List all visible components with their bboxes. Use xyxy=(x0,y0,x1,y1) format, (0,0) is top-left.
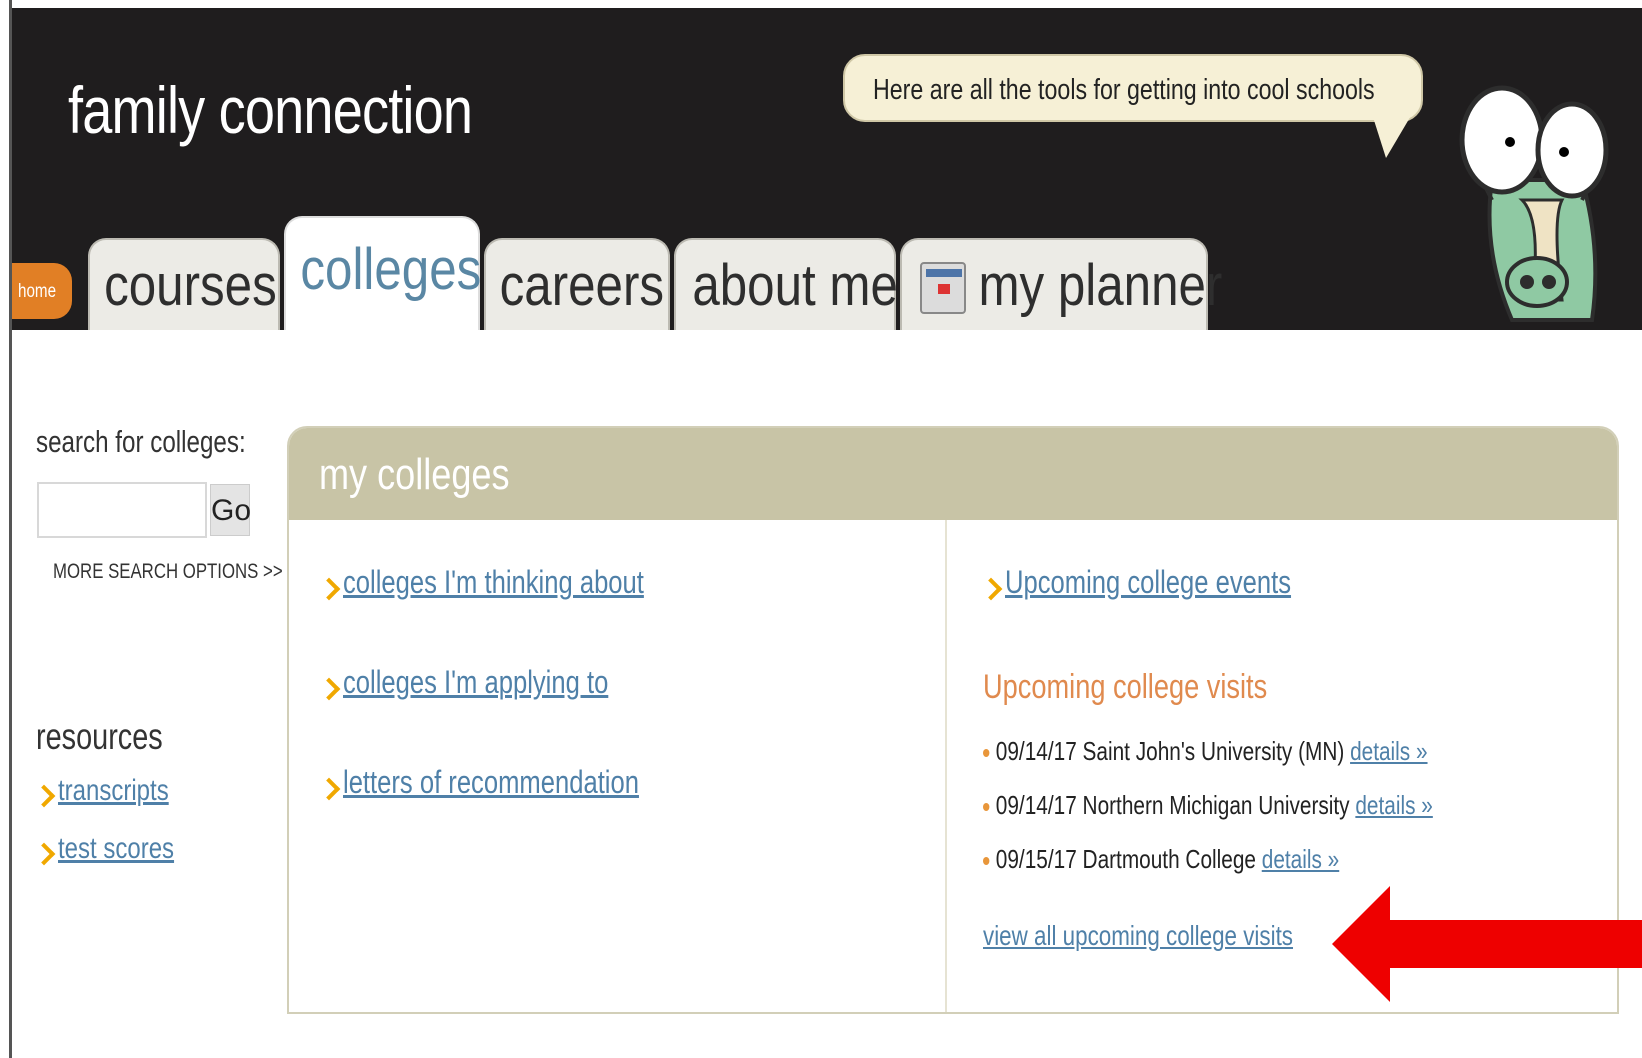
details-link[interactable]: details » xyxy=(1355,790,1432,821)
brand-title[interactable]: family connection xyxy=(68,72,473,148)
visit-text: 09/14/17 Saint John's University (MN) xyxy=(995,736,1345,766)
chevron-right-icon xyxy=(321,778,333,800)
link-letters-of-recommendation[interactable]: letters of recommendation xyxy=(321,764,713,801)
home-tab-label: home xyxy=(18,281,57,302)
chevron-right-icon xyxy=(321,678,333,700)
bullet-icon xyxy=(983,749,990,758)
resource-item-transcripts[interactable]: transcripts xyxy=(36,774,196,808)
visit-item: 09/14/17 Northern Michigan University de… xyxy=(983,790,1545,821)
details-link[interactable]: details » xyxy=(1350,736,1427,767)
visit-text: 09/14/17 Northern Michigan University xyxy=(995,790,1350,820)
red-arrow-annotation-icon xyxy=(1332,886,1642,1002)
calendar-icon xyxy=(920,262,966,314)
view-all-upcoming-visits-link[interactable]: view all upcoming college visits xyxy=(983,920,1293,952)
tab-label: my planner xyxy=(978,253,1223,318)
panel-link[interactable]: letters of recommendation xyxy=(343,764,639,801)
column-divider xyxy=(945,520,947,1012)
tab-label: about me xyxy=(692,253,898,318)
link-colleges-applying-to[interactable]: colleges I'm applying to xyxy=(321,664,675,701)
tab-courses[interactable]: courses xyxy=(88,238,280,330)
speech-bubble-text: Here are all the tools for getting into … xyxy=(873,74,1375,106)
more-search-options-link[interactable]: MORE SEARCH OPTIONS >> xyxy=(53,560,283,584)
resource-link[interactable]: transcripts xyxy=(58,774,169,808)
visit-item: 09/15/17 Dartmouth College details » xyxy=(983,844,1428,875)
visit-text: 09/15/17 Dartmouth College xyxy=(995,844,1256,874)
tab-my-planner[interactable]: my planner xyxy=(900,238,1223,330)
search-label: search for colleges: xyxy=(36,424,246,459)
resources-heading: resources xyxy=(36,716,163,757)
chevron-right-icon xyxy=(36,843,48,865)
upcoming-visits-heading: Upcoming college visits xyxy=(983,668,1268,706)
panel-link[interactable]: Upcoming college events xyxy=(1005,564,1291,601)
go-button[interactable]: Go xyxy=(210,484,251,536)
panel-header: my colleges xyxy=(289,428,1617,520)
page: family connection Here are all the tools… xyxy=(0,0,1642,1058)
chevron-right-icon xyxy=(36,785,48,807)
panel-link[interactable]: colleges I'm applying to xyxy=(343,664,608,701)
tab-about-me[interactable]: about me xyxy=(674,238,898,330)
tab-label: colleges xyxy=(300,237,482,302)
tab-label: courses xyxy=(104,253,277,318)
resource-item-test-scores[interactable]: test scores xyxy=(36,832,203,866)
chevron-right-icon xyxy=(321,578,333,600)
home-tab[interactable]: home xyxy=(12,263,72,319)
tab-label: careers xyxy=(499,253,665,318)
visit-item: 09/14/17 Saint John's University (MN) de… xyxy=(983,736,1539,767)
speech-bubble: Here are all the tools for getting into … xyxy=(843,54,1423,122)
resource-link[interactable]: test scores xyxy=(58,832,174,866)
details-link[interactable]: details » xyxy=(1262,844,1339,875)
panel-title: my colleges xyxy=(319,450,510,499)
bullet-icon xyxy=(983,803,990,812)
bullet-icon xyxy=(983,857,990,866)
tab-colleges[interactable]: colleges xyxy=(284,216,482,330)
link-upcoming-college-events[interactable]: Upcoming college events xyxy=(983,564,1363,601)
college-search-input[interactable] xyxy=(37,482,207,538)
tab-careers[interactable]: careers xyxy=(484,238,670,330)
panel-link[interactable]: colleges I'm thinking about xyxy=(343,564,644,601)
alligator-mascot-icon xyxy=(1459,85,1609,322)
chevron-right-icon xyxy=(983,578,995,600)
window-left-edge xyxy=(0,0,12,1058)
view-all-visits-link-wrapper[interactable]: view all upcoming college visits xyxy=(983,920,1371,952)
link-colleges-thinking-about[interactable]: colleges I'm thinking about xyxy=(321,564,719,601)
